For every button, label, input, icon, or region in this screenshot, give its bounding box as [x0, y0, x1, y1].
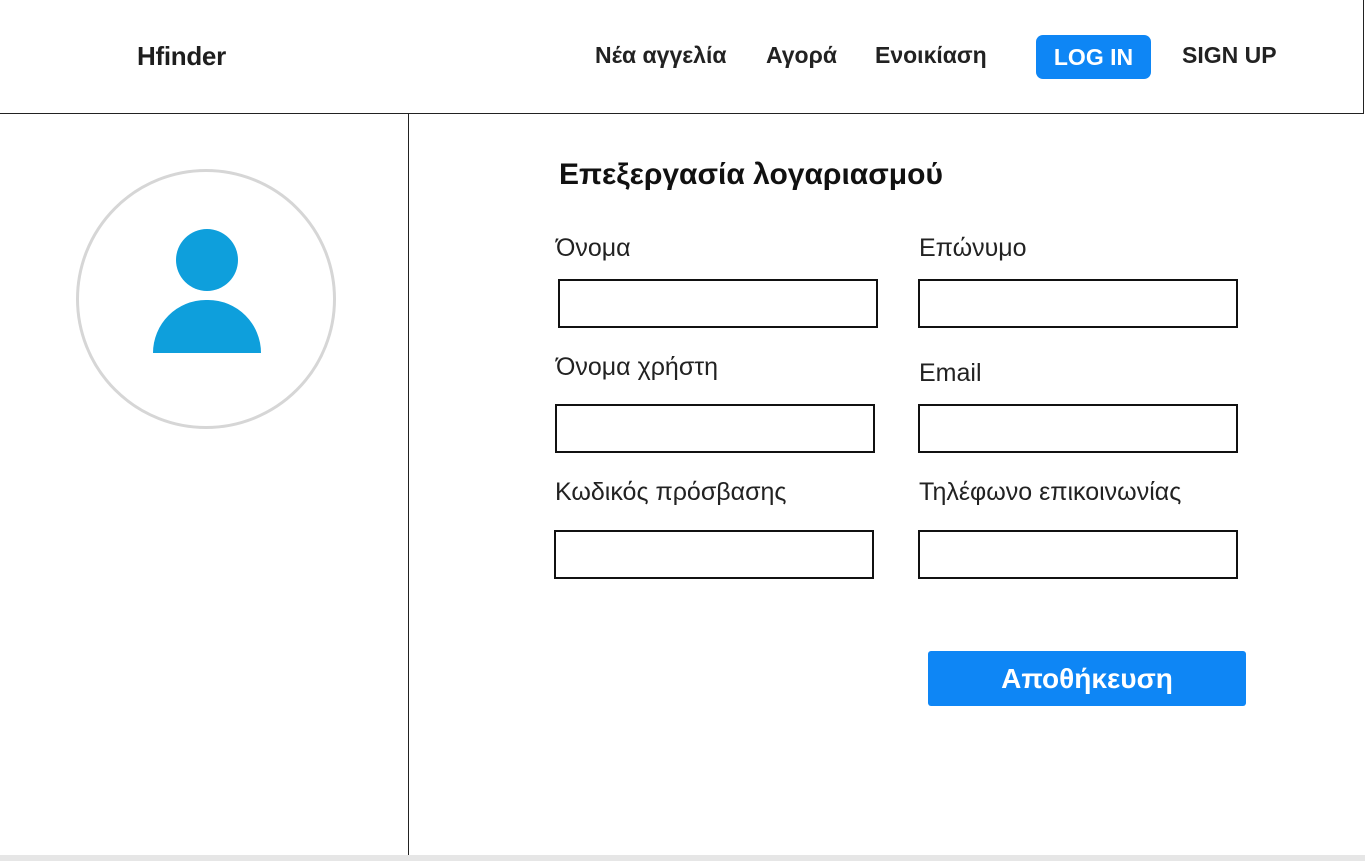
- nav-new-listing[interactable]: Νέα αγγελία: [595, 42, 726, 69]
- email-input[interactable]: [918, 404, 1238, 453]
- signup-button[interactable]: SIGN UP: [1182, 42, 1277, 69]
- username-label: Όνομα χρήστη: [556, 353, 719, 381]
- user-avatar-icon-head: [176, 229, 238, 291]
- user-avatar-icon-body: [153, 300, 261, 353]
- brand-logo[interactable]: Hfinder: [137, 41, 226, 72]
- profile-avatar[interactable]: [76, 169, 336, 429]
- last-name-label: Επώνυμο: [919, 234, 1027, 262]
- save-button[interactable]: Αποθήκευση: [928, 651, 1246, 706]
- nav-rent[interactable]: Ενοικίαση: [875, 42, 987, 69]
- horizontal-scrollbar[interactable]: [0, 855, 1365, 861]
- first-name-label: Όνομα: [556, 234, 631, 262]
- last-name-input[interactable]: [918, 279, 1238, 328]
- page-title: Επεξεργασία λογαριασμού: [559, 158, 943, 191]
- login-button[interactable]: LOG IN: [1036, 35, 1151, 79]
- phone-input[interactable]: [918, 530, 1238, 579]
- username-input[interactable]: [555, 404, 875, 453]
- nav-buy[interactable]: Αγορά: [766, 42, 837, 69]
- first-name-input[interactable]: [558, 279, 878, 328]
- password-input[interactable]: [554, 530, 874, 579]
- sidebar-divider: [408, 114, 409, 855]
- top-header: Hfinder Νέα αγγελία Αγορά Ενοικίαση LOG …: [0, 0, 1364, 114]
- phone-label: Τηλέφωνο επικοινωνίας: [919, 478, 1182, 506]
- email-label: Email: [919, 359, 982, 387]
- password-label: Κωδικός πρόσβασης: [555, 478, 787, 506]
